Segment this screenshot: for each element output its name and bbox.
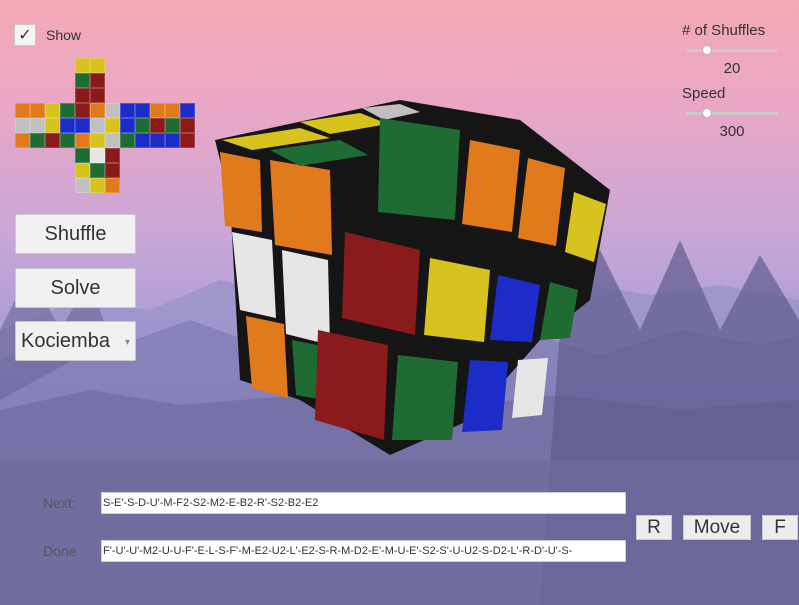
net-sticker xyxy=(15,118,30,133)
net-sticker xyxy=(105,103,120,118)
net-sticker xyxy=(75,148,90,163)
net-sticker xyxy=(30,103,45,118)
net-sticker xyxy=(90,178,105,193)
shuffles-label: # of Shuffles xyxy=(682,22,766,39)
f-button[interactable]: F xyxy=(762,515,798,540)
net-sticker xyxy=(75,163,90,178)
net-sticker xyxy=(120,118,135,133)
done-label: Done xyxy=(43,543,77,559)
net-sticker xyxy=(165,118,180,133)
net-sticker xyxy=(90,103,105,118)
settings-panel: # of Shuffles 20 Speed 300 xyxy=(682,22,782,140)
net-sticker xyxy=(150,133,165,148)
net-sticker xyxy=(15,133,30,148)
net-sticker xyxy=(30,133,45,148)
net-sticker xyxy=(75,118,90,133)
shuffles-slider-thumb[interactable] xyxy=(702,45,713,55)
shuffles-value: 20 xyxy=(723,60,741,77)
net-sticker xyxy=(90,163,105,178)
speed-slider-thumb[interactable] xyxy=(702,108,713,118)
net-sticker xyxy=(105,148,120,163)
net-sticker xyxy=(60,133,75,148)
solve-button[interactable]: Solve xyxy=(15,268,136,308)
speed-slider[interactable] xyxy=(686,106,778,120)
solver-select[interactable]: Kociemba ▾ xyxy=(15,321,136,361)
net-sticker xyxy=(120,133,135,148)
show-checkbox[interactable]: ✓ xyxy=(14,24,36,46)
net-sticker xyxy=(90,58,105,73)
net-sticker xyxy=(30,118,45,133)
net-sticker xyxy=(105,178,120,193)
net-sticker xyxy=(105,118,120,133)
net-sticker xyxy=(90,133,105,148)
show-toggle[interactable]: ✓ Show xyxy=(14,24,81,46)
net-sticker xyxy=(180,133,195,148)
net-sticker xyxy=(60,103,75,118)
net-sticker xyxy=(150,103,165,118)
shuffles-slider-track xyxy=(686,49,778,52)
net-sticker xyxy=(90,88,105,103)
net-sticker xyxy=(45,118,60,133)
speed-value: 300 xyxy=(719,123,745,140)
net-sticker xyxy=(60,118,75,133)
net-sticker xyxy=(165,103,180,118)
net-sticker xyxy=(180,118,195,133)
speed-label: Speed xyxy=(682,85,726,102)
shuffles-slider[interactable] xyxy=(686,43,778,57)
r-button[interactable]: R xyxy=(636,515,672,540)
solver-select-value: Kociemba xyxy=(21,329,110,352)
net-sticker xyxy=(90,148,105,163)
net-sticker xyxy=(75,133,90,148)
net-sticker xyxy=(75,73,90,88)
done-moves-field[interactable]: F'-U'-U'-M2-U-U-F'-E-L-S-F'-M-E2-U2-L'-E… xyxy=(101,540,626,562)
net-sticker xyxy=(75,178,90,193)
next-moves-field[interactable]: S-E'-S-D-U'-M-F2-S2-M2-E-B2-R'-S2-B2-E2 xyxy=(101,492,626,514)
net-sticker xyxy=(105,133,120,148)
net-sticker xyxy=(45,103,60,118)
net-sticker xyxy=(90,118,105,133)
net-sticker xyxy=(75,58,90,73)
chevron-down-icon: ▾ xyxy=(124,337,130,348)
net-sticker xyxy=(135,118,150,133)
show-label: Show xyxy=(46,27,82,43)
speed-slider-track xyxy=(686,112,778,115)
net-sticker xyxy=(135,103,150,118)
net-sticker xyxy=(150,118,165,133)
net-sticker xyxy=(75,103,90,118)
net-sticker xyxy=(45,133,60,148)
shuffle-button[interactable]: Shuffle xyxy=(15,214,136,254)
net-sticker xyxy=(105,163,120,178)
net-sticker xyxy=(165,133,180,148)
net-sticker xyxy=(75,88,90,103)
next-label: Next: xyxy=(43,495,76,511)
move-button[interactable]: Move xyxy=(683,515,751,540)
net-sticker xyxy=(135,133,150,148)
net-sticker xyxy=(120,103,135,118)
net-sticker xyxy=(15,103,30,118)
net-sticker xyxy=(180,103,195,118)
net-sticker xyxy=(90,73,105,88)
